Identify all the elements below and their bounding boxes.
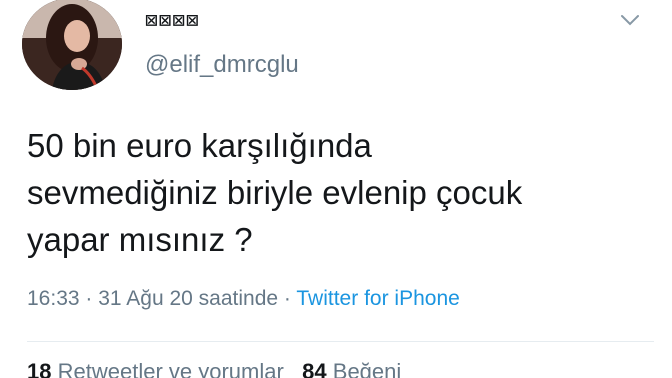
tweet-stats: 18 Retweetler ve yorumlar 84 Beğeni — [27, 359, 401, 378]
tweet-text: 50 bin euro karşılığında sevmediğiniz bi… — [27, 122, 657, 263]
tweet-meta: 16:33 · 31 Ağu 20 saatinde · Twitter for… — [27, 287, 460, 311]
display-name[interactable]: ⊠⊠⊠⊠ — [145, 8, 200, 32]
tweet-date[interactable]: 31 Ağu 20 saatinde — [98, 287, 278, 310]
likes-stat[interactable]: 84 Beğeni — [302, 359, 401, 378]
likes-count: 84 — [302, 359, 327, 378]
chevron-down-icon[interactable] — [616, 6, 644, 34]
retweets-stat[interactable]: 18 Retweetler ve yorumlar — [27, 359, 290, 378]
divider — [27, 341, 654, 342]
likes-label: Beğeni — [332, 359, 402, 378]
retweets-label: Retweetler ve yorumlar — [57, 359, 284, 378]
tweet-card: ⊠⊠⊠⊠ @elif_dmrcglu 50 bin euro karşılığı… — [0, 0, 672, 378]
user-handle[interactable]: @elif_dmrcglu — [145, 51, 299, 79]
tweet-time[interactable]: 16:33 — [27, 287, 80, 310]
retweets-count: 18 — [27, 359, 52, 378]
tweet-text-line: sevmediğiniz biriyle evlenip çocuk — [27, 174, 523, 211]
profile-photo-icon — [22, 0, 122, 90]
tweet-source-link[interactable]: Twitter for iPhone — [296, 287, 459, 310]
tweet-text-line: 50 bin euro karşılığında — [27, 127, 372, 164]
tweet-text-line: yapar mısınız ? — [27, 221, 253, 258]
avatar[interactable] — [22, 0, 122, 90]
meta-separator: · — [283, 287, 291, 310]
meta-separator: · — [85, 287, 93, 310]
